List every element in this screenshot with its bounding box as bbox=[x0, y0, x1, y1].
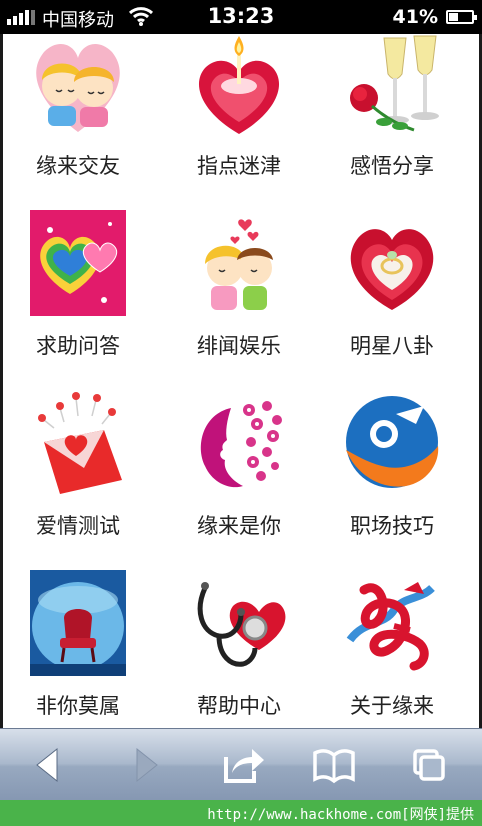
page-content: 缘来交友 指点迷津 感悟分享 求助问答 绯闻娱乐 明星八卦 爱情测试 缘来是你 … bbox=[3, 34, 479, 728]
tile-label: 爱情测试 bbox=[36, 514, 120, 538]
carrier-name: 中国移动 bbox=[42, 10, 114, 31]
status-bar: 中国移动 13:23 41% bbox=[0, 0, 482, 34]
love-letter-icon bbox=[30, 390, 126, 496]
watermark-text: http://www.hackhome.com[网侠]提供 bbox=[207, 807, 474, 823]
tile-label: 指点迷津 bbox=[197, 154, 281, 178]
tile-love-test[interactable]: 爱情测试 bbox=[3, 390, 153, 560]
forward-icon bbox=[120, 743, 170, 787]
tile-label: 非你莫属 bbox=[36, 694, 120, 718]
battery-icon bbox=[446, 10, 477, 24]
tile-help[interactable]: 帮助中心 bbox=[164, 570, 314, 728]
tile-about[interactable]: 关于缘来 bbox=[317, 570, 467, 728]
tile-label: 求助问答 bbox=[36, 334, 120, 358]
chair-fishbowl-icon bbox=[30, 570, 126, 676]
browser-toolbar bbox=[0, 728, 482, 801]
rainbow-hearts-icon bbox=[30, 210, 126, 316]
tabs-button[interactable] bbox=[404, 743, 454, 787]
tile-label: 缘来交友 bbox=[36, 154, 120, 178]
kissing-couple-icon bbox=[191, 210, 287, 316]
tile-label: 绯闻娱乐 bbox=[197, 334, 281, 358]
ring-box-icon bbox=[344, 210, 440, 316]
back-button[interactable] bbox=[24, 743, 74, 787]
tabs-icon bbox=[404, 743, 454, 787]
back-icon bbox=[24, 743, 74, 787]
heart-candle-icon bbox=[191, 34, 287, 138]
champagne-rose-icon bbox=[344, 34, 440, 138]
share-button[interactable] bbox=[218, 743, 268, 787]
tile-gossip[interactable]: 绯闻娱乐 bbox=[164, 210, 314, 380]
tile-label: 感悟分享 bbox=[350, 154, 434, 178]
woman-silhouette-flowers-icon bbox=[191, 390, 287, 496]
watermark-bar: http://www.hackhome.com[网侠]提供 bbox=[0, 800, 482, 826]
yuan-calligraphy-logo-icon bbox=[344, 570, 440, 676]
tile-celebrity[interactable]: 明星八卦 bbox=[317, 210, 467, 380]
bookmarks-button[interactable] bbox=[309, 743, 359, 787]
tile-label: 缘来是你 bbox=[197, 514, 281, 538]
tile-label: 帮助中心 bbox=[197, 694, 281, 718]
tile-label: 关于缘来 bbox=[350, 694, 434, 718]
share-icon bbox=[218, 743, 268, 787]
tile-label: 职场技巧 bbox=[350, 514, 434, 538]
tile-label: 明星八卦 bbox=[350, 334, 434, 358]
battery-percent: 41% bbox=[392, 6, 438, 28]
tile-share[interactable]: 感悟分享 bbox=[317, 34, 467, 204]
tile-dating[interactable]: 缘来交友 bbox=[3, 34, 153, 204]
couple-cartoon-icon bbox=[30, 34, 126, 134]
tile-destiny[interactable]: 缘来是你 bbox=[164, 390, 314, 560]
tile-guidance[interactable]: 指点迷津 bbox=[164, 34, 314, 204]
tile-qa[interactable]: 求助问答 bbox=[3, 210, 153, 380]
stethoscope-heart-icon bbox=[191, 570, 287, 676]
tile-career[interactable]: 职场技巧 bbox=[317, 390, 467, 560]
wifi-icon bbox=[128, 5, 154, 31]
bookmarks-icon bbox=[309, 743, 359, 787]
career-logo-icon bbox=[344, 390, 440, 496]
tile-only-you[interactable]: 非你莫属 bbox=[3, 570, 153, 728]
forward-button[interactable] bbox=[120, 743, 170, 787]
